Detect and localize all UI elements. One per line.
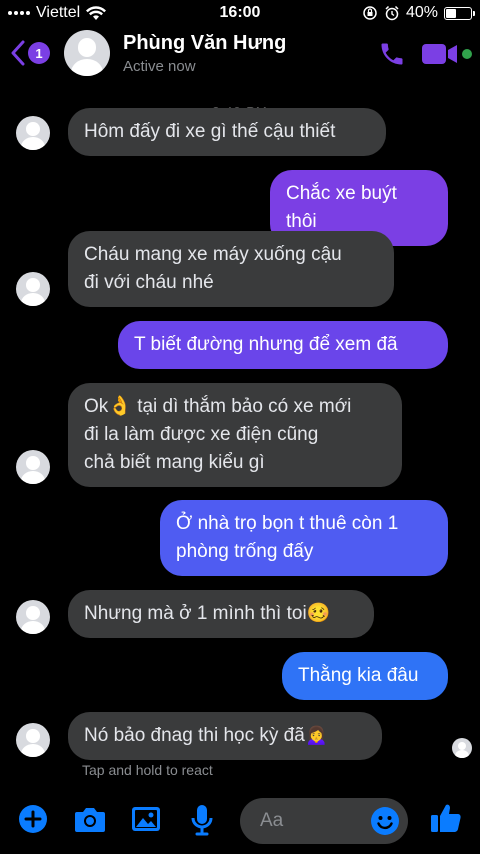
react-hint: Tap and hold to react bbox=[82, 762, 213, 778]
outgoing-message-bubble[interactable]: Thằng kia đâu bbox=[282, 652, 448, 700]
camera-icon[interactable] bbox=[74, 804, 106, 834]
person-icon bbox=[16, 272, 50, 306]
video-call-icon[interactable] bbox=[422, 41, 458, 67]
status-bar: Viettel 16:00 40% bbox=[0, 0, 480, 28]
person-icon bbox=[16, 723, 50, 757]
plus-icon[interactable] bbox=[18, 804, 48, 834]
battery-icon bbox=[444, 6, 475, 20]
incoming-message-bubble[interactable]: Nó bảo đnag thi học kỳ đã🙍‍♀️ bbox=[68, 712, 382, 760]
emoji-icon[interactable] bbox=[370, 806, 400, 836]
outgoing-message-bubble[interactable]: T biết đường nhưng để xem đã bbox=[118, 321, 448, 369]
person-icon bbox=[16, 600, 50, 634]
message-line: phòng trống đấy bbox=[176, 541, 314, 562]
chevron-left-icon bbox=[11, 40, 25, 66]
incoming-message-bubble[interactable]: Nhưng mà ở 1 mình thì toi🥴 bbox=[68, 590, 374, 638]
contact-status: Active now bbox=[123, 58, 196, 75]
message-line: chả biết mang kiểu gì bbox=[84, 452, 265, 473]
message-line: Nhưng mà ở 1 mình thì toi🥴 bbox=[84, 603, 331, 624]
message-line: Nó bảo đnag thi học kỳ đã🙍‍♀️ bbox=[84, 725, 329, 746]
contact-name[interactable]: Phùng Văn Hưng bbox=[123, 32, 286, 55]
message-line: Cháu mang xe máy xuống cậu bbox=[84, 244, 342, 265]
message-line: Chắc xe buýt thôi bbox=[286, 183, 397, 232]
message-input-wrapper[interactable] bbox=[240, 798, 408, 844]
orientation-lock-icon bbox=[363, 6, 377, 20]
thumbs-up-icon[interactable] bbox=[430, 802, 462, 834]
message-line: Thằng kia đâu bbox=[298, 665, 419, 686]
outgoing-message-bubble[interactable]: Ở nhà trọ bọn t thuê còn 1 phòng trống đấ… bbox=[160, 500, 448, 576]
incoming-message-bubble[interactable]: Cháu mang xe máy xuống cậu đi với cháu nh… bbox=[68, 231, 394, 307]
message-line: đi với cháu nhé bbox=[84, 272, 214, 293]
sender-avatar[interactable] bbox=[16, 723, 50, 757]
message-line: Hôm đấy đi xe gì thế cậu thiết bbox=[84, 121, 336, 142]
alarm-icon bbox=[385, 5, 399, 21]
sender-avatar[interactable] bbox=[16, 272, 50, 306]
message-line: đi la làm được xe điện cũng bbox=[84, 424, 319, 445]
battery-fill bbox=[446, 8, 456, 18]
incoming-message-bubble[interactable]: Ok👌 tại dì thắm bảo có xe mới đi la làm đ… bbox=[68, 383, 402, 487]
person-icon bbox=[16, 450, 50, 484]
contact-avatar[interactable] bbox=[64, 30, 110, 76]
message-line: T biết đường nhưng để xem đã bbox=[134, 334, 398, 355]
unread-badge: 1 bbox=[28, 42, 50, 64]
microphone-icon[interactable] bbox=[190, 804, 214, 836]
composer bbox=[0, 790, 480, 854]
sender-avatar[interactable] bbox=[16, 116, 50, 150]
conversation-header: 1 Phùng Văn Hưng Active now 3:40 PM bbox=[0, 28, 480, 119]
person-icon bbox=[16, 116, 50, 150]
battery-percent: 40% bbox=[405, 4, 438, 21]
phone-icon[interactable] bbox=[378, 40, 406, 68]
seen-avatar bbox=[452, 738, 472, 758]
message-line: Ok👌 tại dì thắm bảo có xe mới bbox=[84, 396, 352, 417]
header-actions bbox=[378, 40, 472, 68]
online-indicator bbox=[462, 49, 472, 59]
image-icon[interactable] bbox=[131, 804, 161, 834]
sender-avatar[interactable] bbox=[16, 600, 50, 634]
sender-avatar[interactable] bbox=[16, 450, 50, 484]
message-line: Ở nhà trọ bọn t thuê còn 1 bbox=[176, 513, 399, 534]
incoming-message-bubble[interactable]: Hôm đấy đi xe gì thế cậu thiết bbox=[68, 108, 386, 156]
back-button[interactable]: 1 bbox=[10, 40, 50, 66]
message-input[interactable] bbox=[260, 798, 370, 844]
status-right: 40% bbox=[362, 4, 475, 22]
